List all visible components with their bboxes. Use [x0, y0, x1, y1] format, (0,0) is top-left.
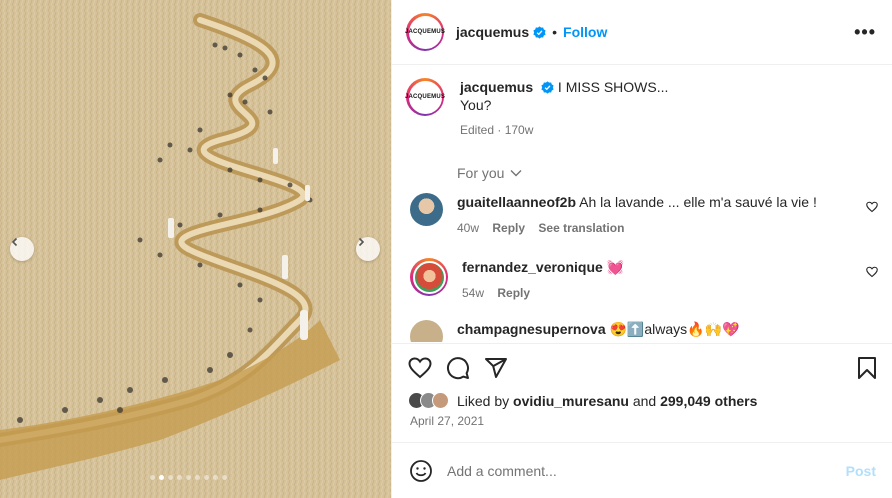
- emoji-picker-icon[interactable]: [409, 459, 433, 483]
- like-comment-heart-icon[interactable]: [866, 201, 878, 213]
- reply-button[interactable]: Reply: [492, 221, 525, 235]
- header-separator: •: [552, 24, 558, 40]
- carousel-dot: [195, 475, 200, 480]
- like-heart-icon[interactable]: [408, 356, 432, 380]
- post-date[interactable]: April 27, 2021: [392, 409, 892, 428]
- sort-label: For you: [457, 165, 505, 181]
- next-image-button[interactable]: [356, 237, 380, 261]
- carousel-indicator: [150, 475, 227, 480]
- post-image[interactable]: [0, 0, 391, 498]
- avatar-logo: JACQUEMUS: [405, 80, 445, 114]
- likes-summary: Liked by ovidiu_muresanu and 299,049 oth…: [392, 384, 892, 409]
- carousel-dot: [177, 475, 182, 480]
- chevron-right-icon: [358, 237, 365, 247]
- chevron-left-icon: [11, 237, 18, 247]
- comment-item: champagnesupernova 😍⬆️always🔥🙌💖: [392, 320, 892, 342]
- comment-username[interactable]: guaitellaanneof2b: [457, 194, 576, 210]
- caption-text-line2: You?: [460, 97, 492, 113]
- avatar[interactable]: JACQUEMUS: [405, 13, 445, 51]
- verified-badge-icon: [533, 25, 546, 39]
- chevron-down-icon: [510, 170, 522, 177]
- comment-text: Ah la lavande ... elle m'a sauvé la vie …: [579, 194, 817, 210]
- comments-section[interactable]: JACQUEMUS jacquemus I MISS SHOWS... You?…: [392, 66, 892, 342]
- carousel-dot: [213, 475, 218, 480]
- see-translation-button[interactable]: See translation: [538, 221, 624, 235]
- comment-sort-dropdown[interactable]: For you: [457, 165, 892, 181]
- likes-prefix: Liked by: [457, 392, 510, 409]
- carousel-dot: [159, 475, 164, 480]
- comment-item: guaitellaanneof2b Ah la lavande ... elle…: [392, 193, 892, 237]
- post-caption: JACQUEMUS jacquemus I MISS SHOWS... You?…: [392, 66, 892, 139]
- carousel-dot: [204, 475, 209, 480]
- wheat-field-runway-photo: [0, 0, 391, 498]
- commenter-avatar[interactable]: [410, 193, 443, 226]
- carousel-dot: [150, 475, 155, 480]
- post-details-panel: JACQUEMUS jacquemus • Follow ••• JACQUEM…: [391, 0, 892, 498]
- verified-badge-icon: [541, 81, 554, 94]
- reply-button[interactable]: Reply: [497, 286, 530, 300]
- add-comment-input[interactable]: [447, 463, 846, 479]
- save-bookmark-icon[interactable]: [856, 356, 878, 380]
- caption-meta: Edited · 170w: [460, 123, 534, 137]
- comment-username[interactable]: fernandez_veronique: [462, 259, 603, 275]
- follow-button[interactable]: Follow: [563, 24, 607, 40]
- caption-avatar[interactable]: JACQUEMUS: [405, 78, 445, 116]
- carousel-dot: [186, 475, 191, 480]
- like-comment-heart-icon[interactable]: [866, 266, 878, 278]
- commenter-avatar[interactable]: [410, 320, 443, 342]
- commenter-avatar[interactable]: [410, 258, 448, 296]
- more-options-icon[interactable]: •••: [854, 22, 876, 43]
- carousel-dot: [222, 475, 227, 480]
- post-actions: Liked by ovidiu_muresanu and 299,049 oth…: [392, 343, 892, 443]
- caption-username[interactable]: jacquemus: [460, 79, 533, 95]
- comment-age: 40w: [457, 221, 480, 235]
- post-comment-button[interactable]: Post: [846, 463, 876, 479]
- carousel-dot: [168, 475, 173, 480]
- liked-by-username[interactable]: ovidiu_muresanu: [513, 393, 629, 409]
- comment-age: 54w: [462, 286, 485, 300]
- comment-username[interactable]: champagnesupernova: [457, 321, 606, 337]
- add-comment-bar: Post: [392, 444, 892, 498]
- previous-image-button[interactable]: [10, 237, 34, 261]
- likes-connector: and: [632, 392, 657, 409]
- liker-avatars[interactable]: [408, 392, 449, 409]
- comment-text: 💓: [606, 259, 625, 275]
- avatar-logo: JACQUEMUS: [405, 15, 445, 49]
- caption-text-line1: I MISS SHOWS...: [557, 79, 669, 95]
- comment-bubble-icon[interactable]: [446, 356, 470, 380]
- comment-text: 😍⬆️always🔥🙌💖: [609, 321, 740, 337]
- comment-item: fernandez_veronique 💓 54w Reply: [392, 258, 892, 302]
- likes-count-link[interactable]: 299,049 others: [660, 393, 757, 409]
- share-send-icon[interactable]: [484, 356, 508, 380]
- post-author-username[interactable]: jacquemus: [456, 24, 529, 40]
- post-header: JACQUEMUS jacquemus • Follow •••: [392, 0, 892, 65]
